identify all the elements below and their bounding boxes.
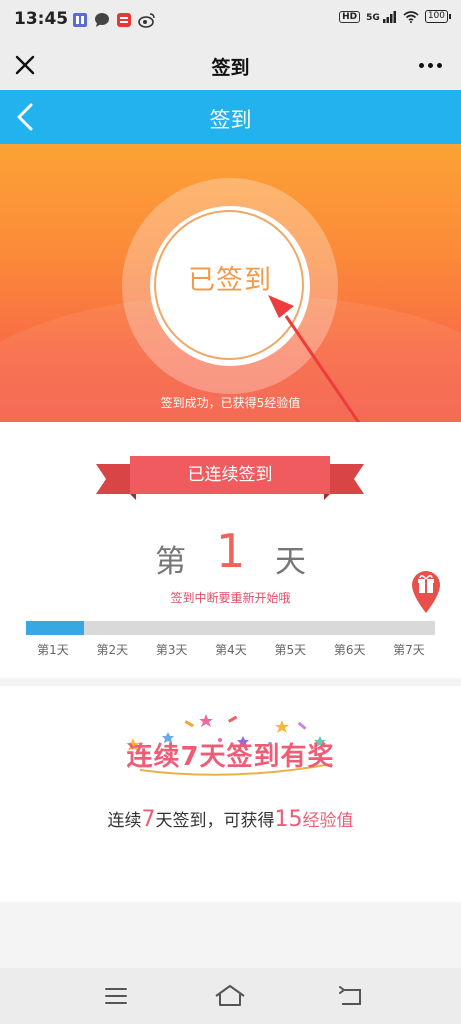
day-prefix: 第	[155, 544, 186, 580]
day-label: 第3天	[155, 643, 188, 657]
home-icon	[215, 985, 245, 1006]
day-label: 第4天	[215, 643, 247, 657]
streak-card: 已连续签到 第 1 天 签到中断要重新开始哦 第1天 第2天 第3天 第4天 第5天 第6…	[0, 422, 461, 678]
system-nav-bar	[0, 968, 461, 1024]
day-label: 第2天	[96, 643, 129, 657]
streak-notice: 签到中断要重新开始哦	[170, 591, 291, 605]
reward-description: 连续7天签到，可获得15经验值	[0, 806, 461, 832]
streak-progress-fill	[26, 621, 85, 635]
streak-day-count: 1	[216, 524, 246, 578]
streak-day-labels: 第1天 第2天 第3天 第4天 第5天 第6天 第7天	[24, 641, 438, 658]
reward-points-highlight: 15	[274, 807, 303, 832]
streak-ribbon-label: 已连续签到	[187, 465, 273, 485]
back-icon	[339, 986, 361, 1005]
reward-card: 连续7天签到有奖 连续7天签到，可获得15经验值	[0, 686, 461, 902]
menu-button[interactable]	[96, 980, 136, 1012]
reward-text-part3: 经验值	[302, 811, 354, 831]
back-nav-button[interactable]	[330, 980, 370, 1012]
reward-text-part2: 天签到，可获得	[155, 811, 275, 831]
reward-text-part1: 连续	[107, 811, 142, 831]
menu-icon	[105, 988, 127, 1004]
gift-icon[interactable]	[411, 570, 441, 614]
day-label: 第5天	[274, 643, 307, 657]
reward-title: 连续7天签到有奖	[126, 742, 335, 772]
day-label: 第6天	[333, 643, 366, 657]
streak-progress-bar	[26, 621, 435, 635]
reward-days-highlight: 7	[141, 807, 156, 832]
day-label: 第7天	[393, 643, 425, 657]
home-button[interactable]	[210, 980, 250, 1012]
day-label: 第1天	[37, 643, 69, 657]
day-suffix: 天	[275, 544, 306, 580]
